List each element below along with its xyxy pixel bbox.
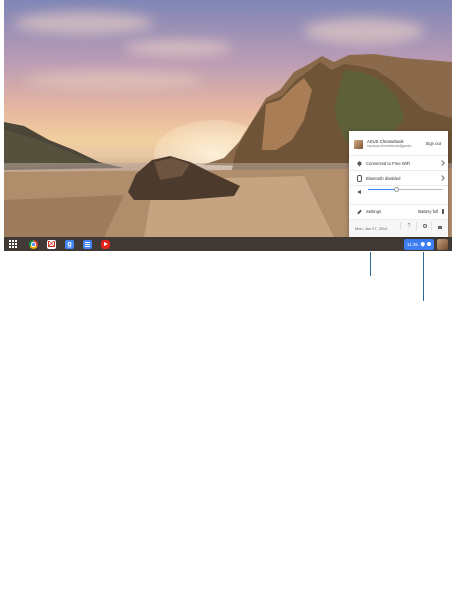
- docs-icon[interactable]: [83, 239, 92, 249]
- volume-slider-fill: [368, 189, 397, 190]
- sign-out-button[interactable]: Sign out: [426, 141, 441, 146]
- volume-slider-thumb[interactable]: [394, 187, 399, 192]
- wrench-icon: [356, 209, 362, 214]
- power-button[interactable]: [422, 223, 428, 229]
- help-button[interactable]: ?: [406, 223, 412, 229]
- volume-slider[interactable]: [368, 187, 443, 192]
- settings-link[interactable]: Settings: [366, 209, 381, 214]
- battery-icon: [441, 209, 444, 214]
- bluetooth-row[interactable]: Bluetooth disabled: [349, 170, 448, 185]
- battery-status: Battery full: [418, 209, 438, 214]
- volume-row: [349, 185, 448, 197]
- chevron-right-icon: [439, 175, 445, 181]
- bluetooth-icon: [356, 174, 362, 182]
- callout-line-status-area: [423, 252, 424, 301]
- account-avatar: [354, 139, 363, 149]
- divider: [431, 222, 432, 230]
- system-tray-popup: ASUS Chromebook my.asus.chromebook@gmail…: [349, 131, 448, 237]
- wifi-icon: [356, 160, 362, 166]
- chevron-right-icon: [439, 160, 445, 166]
- callout-line-date: [370, 252, 371, 276]
- tray-bottom-bar: Mon, Jan 27, 2014 ?: [349, 219, 448, 237]
- settings-row: Settings Battery full: [349, 204, 448, 218]
- date-label[interactable]: Mon, Jan 27, 2014: [355, 226, 387, 231]
- gmail-icon[interactable]: [47, 239, 56, 249]
- user-avatar[interactable]: [437, 238, 449, 250]
- account-email: my.asus.chromebook@gmail...: [367, 144, 414, 148]
- wifi-row[interactable]: Connected to Free WiFi: [349, 155, 448, 170]
- divider: [400, 222, 401, 230]
- youtube-icon[interactable]: [101, 239, 110, 249]
- battery-icon: [427, 242, 432, 246]
- chrome-icon[interactable]: [29, 239, 38, 249]
- google-search-icon[interactable]: g: [65, 239, 74, 249]
- power-icon: [423, 224, 427, 228]
- lock-icon: [438, 225, 442, 229]
- status-area[interactable]: 11:35: [404, 238, 450, 250]
- launcher-grid-icon: [9, 240, 17, 248]
- wifi-icon: [420, 241, 426, 247]
- volume-icon[interactable]: [357, 189, 361, 194]
- wifi-label: Connected to Free WiFi: [366, 160, 411, 166]
- status-tray[interactable]: 11:35: [404, 238, 435, 250]
- app-launcher-button[interactable]: [6, 237, 20, 251]
- bluetooth-label: Bluetooth disabled: [366, 175, 401, 181]
- account-row: ASUS Chromebook my.asus.chromebook@gmail…: [349, 133, 448, 155]
- clock: 11:35: [407, 241, 418, 247]
- lock-button[interactable]: [437, 223, 443, 229]
- shelf: g 11:35: [4, 237, 452, 251]
- divider: [416, 222, 417, 230]
- help-icon: ?: [407, 223, 411, 229]
